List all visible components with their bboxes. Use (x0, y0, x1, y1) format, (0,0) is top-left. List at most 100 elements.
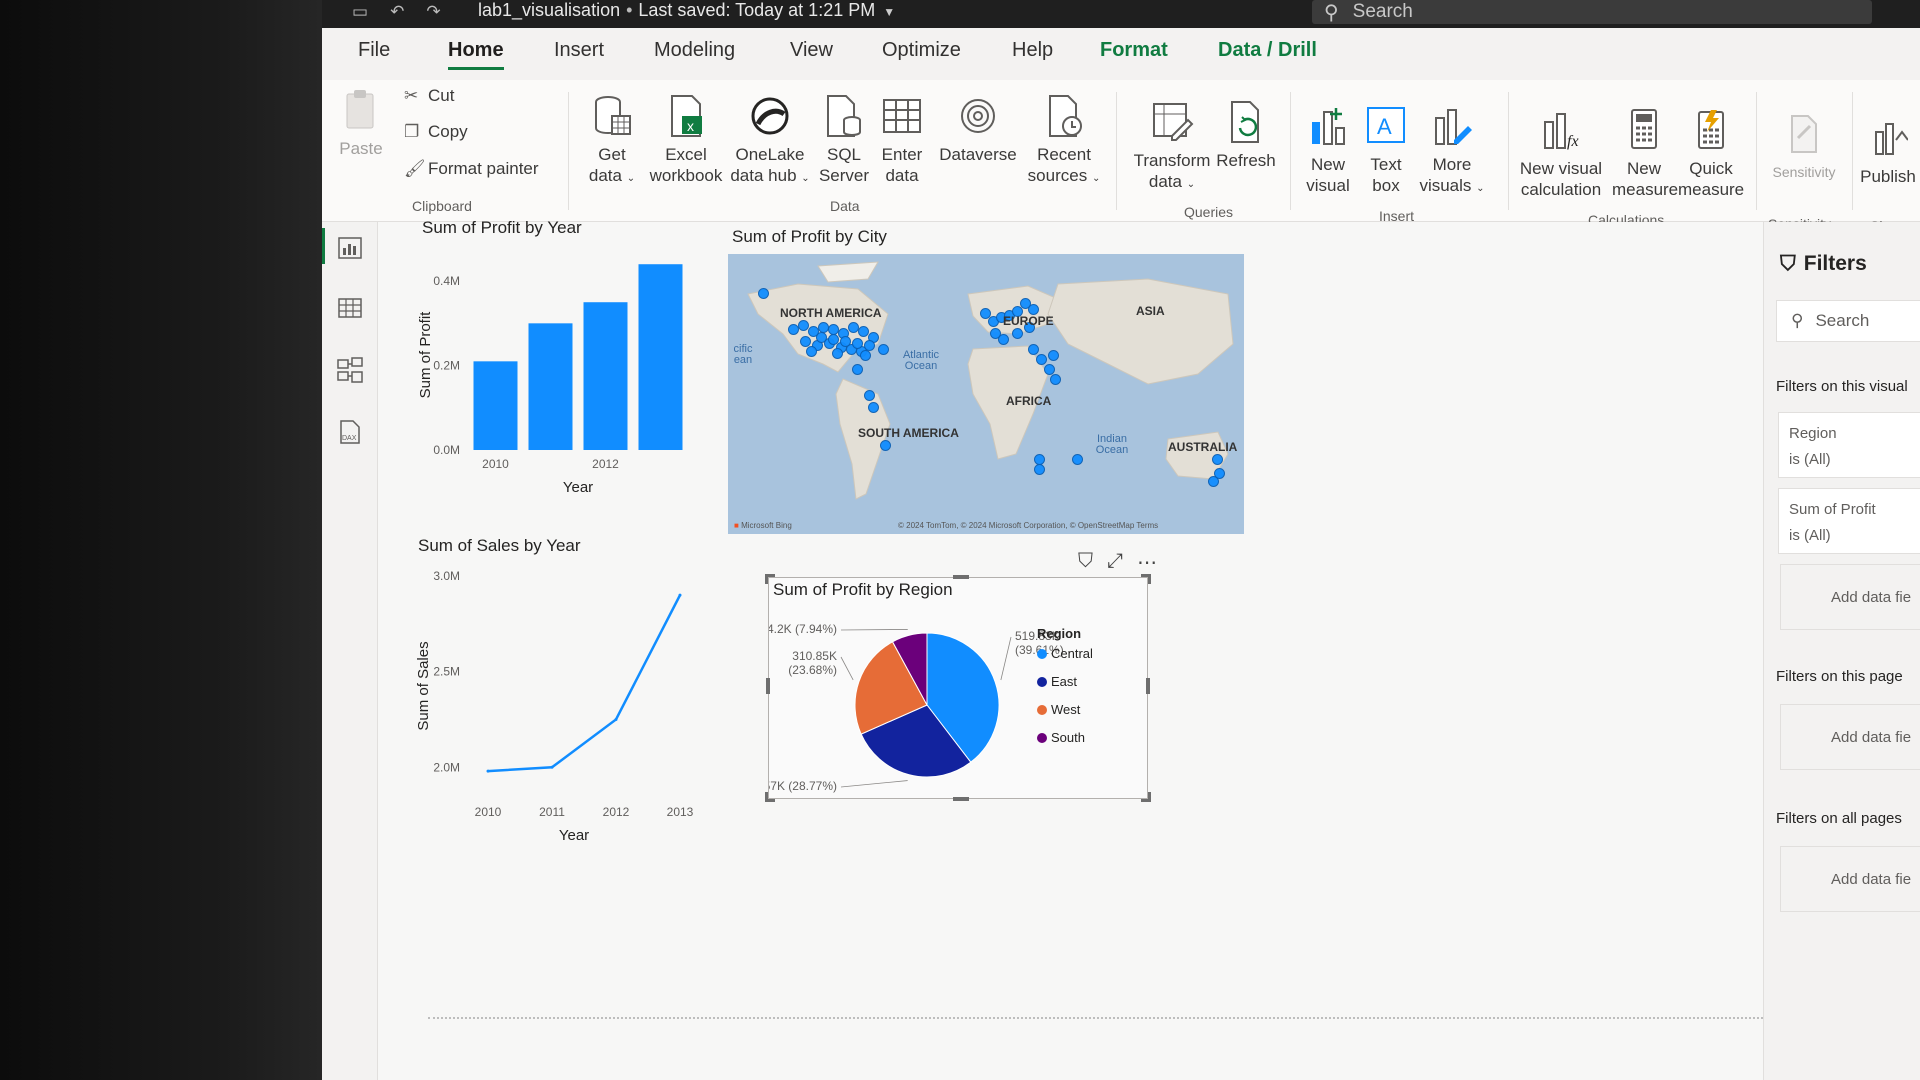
city-bubble[interactable] (1050, 374, 1061, 385)
city-bubble[interactable] (852, 338, 863, 349)
city-bubble[interactable] (860, 350, 871, 361)
excel-workbook-button[interactable]: x Excel workbook (648, 94, 724, 186)
city-bubble[interactable] (1072, 454, 1083, 465)
bar[interactable] (638, 264, 683, 450)
resize-handle[interactable] (765, 574, 768, 584)
city-bubble[interactable] (852, 364, 863, 375)
add-data-field-page[interactable]: Add data fie (1780, 704, 1920, 770)
sensitivity-button[interactable]: Sensitivity (1762, 112, 1846, 183)
new-visual-calculation-button[interactable]: fx New visual calculation (1514, 108, 1608, 200)
bar[interactable] (473, 361, 518, 450)
city-bubble[interactable] (1036, 354, 1047, 365)
city-bubble[interactable] (816, 332, 827, 343)
profit-by-year-bar-chart[interactable]: 0.0M 0.2M 0.4M 2010 2012 Year Sum of Profit (408, 240, 708, 560)
legend-item[interactable]: East (1051, 674, 1077, 689)
city-bubble[interactable] (840, 336, 851, 347)
add-data-field-visual[interactable]: Add data fie (1780, 564, 1920, 630)
model-view-icon[interactable] (336, 356, 364, 384)
resize-handle[interactable] (953, 575, 969, 579)
publish-button[interactable]: Publish (1858, 116, 1918, 187)
city-bubble[interactable] (868, 402, 879, 413)
recent-sources-button[interactable]: Recent sources ⌄ (1024, 94, 1104, 189)
city-bubble[interactable] (880, 440, 891, 451)
map-credit[interactable]: © 2024 TomTom, © 2024 Microsoft Corporat… (898, 521, 1158, 530)
tab-view[interactable]: View (790, 39, 833, 62)
data-label-leader (1000, 636, 1012, 681)
filter-card-sum-of-profit[interactable]: Sum of Profit is (All) (1778, 488, 1920, 554)
city-bubble[interactable] (864, 390, 875, 401)
filters-search-input[interactable]: ⚲ Search (1776, 300, 1920, 342)
search-placeholder: Search (1352, 1, 1413, 22)
bar[interactable] (528, 323, 573, 450)
onelake-label-2: data hub (730, 166, 797, 185)
format-painter-button[interactable]: 🖌 Format painter (404, 159, 539, 179)
redo-icon[interactable]: ↷ (426, 2, 440, 21)
table-view-icon[interactable] (336, 294, 364, 322)
city-bubble[interactable] (1034, 464, 1045, 475)
search-box[interactable]: ⚲ Search (1312, 0, 1872, 24)
copy-button[interactable]: ❐ Copy (404, 122, 468, 142)
city-bubble[interactable] (758, 288, 769, 299)
tab-home[interactable]: Home (448, 39, 504, 70)
tab-optimize[interactable]: Optimize (882, 39, 961, 62)
refresh-button[interactable]: Refresh (1214, 100, 1278, 171)
legend-item[interactable]: Central (1051, 646, 1093, 661)
focus-mode-icon[interactable]: ⤢ (1107, 550, 1123, 575)
pie-chart[interactable]: 519.83K(39.61%)377.57K (28.77%)310.85K(2… (769, 600, 1147, 798)
new-measure-button[interactable]: New measure (1612, 108, 1678, 200)
city-bubble[interactable] (1028, 344, 1039, 355)
filter-icon[interactable]: ⛉ (1078, 550, 1093, 575)
tab-data-drill[interactable]: Data / Drill (1218, 39, 1317, 62)
get-data-button[interactable]: Get data ⌄ (584, 94, 640, 189)
transform-data-button[interactable]: Transform data ⌄ (1130, 100, 1214, 195)
tab-insert[interactable]: Insert (554, 39, 604, 62)
onelake-label-1: OneLake (735, 145, 805, 164)
more-options-icon[interactable]: ⋯ (1137, 550, 1157, 575)
resize-handle[interactable] (1148, 574, 1151, 584)
filter-card-region[interactable]: Region is (All) (1778, 412, 1920, 478)
undo-icon[interactable]: ↶ (390, 2, 404, 21)
tab-help[interactable]: Help (1012, 39, 1053, 62)
legend-item[interactable]: South (1051, 730, 1085, 745)
resize-handle[interactable] (1148, 792, 1151, 802)
report-view-icon[interactable] (336, 234, 364, 262)
tab-file[interactable]: File (358, 39, 390, 62)
tab-modeling[interactable]: Modeling (654, 39, 735, 62)
city-bubble[interactable] (1048, 350, 1059, 361)
paste-button[interactable]: Paste (336, 88, 386, 159)
save-icon[interactable]: ▭ (352, 2, 368, 21)
city-bubble[interactable] (998, 334, 1009, 345)
city-bubble[interactable] (1012, 328, 1023, 339)
more-visuals-button[interactable]: More visuals ⌄ (1416, 104, 1488, 199)
filters-header[interactable]: ⛉ Filters (1780, 252, 1867, 276)
text-box-button[interactable]: A Text box (1360, 104, 1412, 196)
city-bubble[interactable] (1212, 454, 1223, 465)
profit-by-region-pie-visual[interactable]: Sum of Profit by Region 519.83K(39.61%)3… (765, 574, 1151, 802)
document-title[interactable]: lab1_visualisation • Last saved: Today at … (478, 0, 895, 21)
add-data-field-all[interactable]: Add data fie (1780, 846, 1920, 912)
map-label-south-america: SOUTH AMERICA (858, 426, 959, 440)
sales-by-year-line-chart[interactable]: 2.0M 2.5M 3.0M 2010 2011 2012 2013 Year Sum of S… (408, 560, 728, 880)
report-canvas[interactable]: Sum of Profit by Year 0.0M 0.2M 0.4M 2010 20… (378, 218, 1763, 1080)
cut-button[interactable]: ✂ Cut (404, 86, 454, 106)
dax-query-view-icon[interactable]: DAX (336, 418, 364, 446)
enter-data-button[interactable]: Enter data (876, 94, 928, 186)
resize-handle[interactable] (765, 792, 768, 802)
bar[interactable] (583, 302, 628, 450)
tab-format[interactable]: Format (1100, 39, 1168, 62)
dataverse-button[interactable]: Dataverse (936, 94, 1020, 165)
sales-line[interactable] (487, 594, 682, 773)
profit-by-city-map[interactable]: NORTH AMERICA EUROPE ASIA AFRICA SOUTH A… (728, 254, 1244, 534)
quick-measure-button[interactable]: Quick measure (1678, 108, 1744, 200)
city-bubble[interactable] (832, 348, 843, 359)
city-bubble[interactable] (878, 344, 889, 355)
city-bubble[interactable] (1034, 454, 1045, 465)
legend-item[interactable]: West (1051, 702, 1081, 717)
new-visual-button[interactable]: New visual (1302, 104, 1354, 196)
city-bubble[interactable] (828, 334, 839, 345)
city-bubble[interactable] (806, 346, 817, 357)
sql-server-button[interactable]: SQL Server (816, 94, 872, 186)
chevron-down-icon[interactable]: ▼ (883, 5, 895, 19)
onelake-data-hub-button[interactable]: OneLake data hub ⌄ (728, 94, 812, 189)
city-bubble[interactable] (1208, 476, 1219, 487)
